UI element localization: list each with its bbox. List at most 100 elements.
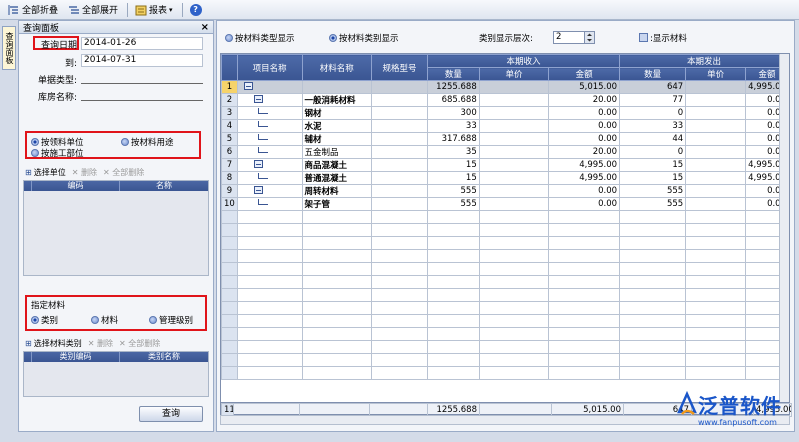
income-amount-cell[interactable]: 0.00 xyxy=(548,119,621,133)
spec-cell[interactable] xyxy=(370,184,429,198)
income-price-header[interactable]: 单价 xyxy=(478,67,550,81)
tree-collapse-icon[interactable] xyxy=(253,160,263,168)
income-qty-cell[interactable]: 15 xyxy=(427,158,480,172)
expand-all-button[interactable]: 全部展开 xyxy=(64,1,122,19)
project-cell[interactable] xyxy=(236,197,303,211)
issue-price-cell[interactable] xyxy=(685,80,747,94)
spec-cell[interactable] xyxy=(370,106,429,120)
show-material-checkbox[interactable]: :显示材料 xyxy=(639,32,687,44)
spec-cell[interactable] xyxy=(370,93,429,107)
issue-price-cell[interactable] xyxy=(685,93,747,107)
table-row[interactable]: 1 1255.688 5,015.00 647 4,995.00 xyxy=(221,80,789,94)
table-row[interactable]: 10 架子管 555 0.00 555 0.00 xyxy=(221,197,789,211)
query-button[interactable]: 查询 xyxy=(139,406,203,422)
income-qty-cell[interactable]: 685.688 xyxy=(427,93,480,107)
project-cell[interactable] xyxy=(236,93,303,107)
issue-qty-header[interactable]: 数量 xyxy=(619,67,687,81)
radio-by-location[interactable]: 按施工部位 xyxy=(31,147,84,159)
material-name-cell[interactable]: 周转材料 xyxy=(301,184,372,198)
income-qty-cell[interactable]: 555 xyxy=(427,184,480,198)
table-row[interactable]: 7 商品混凝土 15 4,995.00 15 4,995.00 xyxy=(221,158,789,172)
income-price-cell[interactable] xyxy=(478,171,550,185)
income-qty-cell[interactable]: 317.688 xyxy=(427,132,480,146)
income-qty-cell[interactable]: 1255.688 xyxy=(427,80,480,94)
query-date-field[interactable]: 2014-01-26 xyxy=(81,37,203,50)
select-category-button[interactable]: 选择材料类别 xyxy=(34,338,82,349)
radio-display-by-type[interactable]: 按材料类型显示 xyxy=(225,32,295,44)
spec-header[interactable]: 规格型号 xyxy=(370,54,429,81)
query-panel-side-tab[interactable]: 查询面板 xyxy=(2,26,16,70)
income-price-cell[interactable] xyxy=(478,93,550,107)
issue-price-header[interactable]: 单价 xyxy=(685,67,747,81)
income-qty-cell[interactable]: 300 xyxy=(427,106,480,120)
delete-all-button[interactable]: ✕ 全部删除 xyxy=(103,167,144,178)
spec-cell[interactable] xyxy=(370,132,429,146)
issue-qty-cell[interactable]: 77 xyxy=(619,93,687,107)
radio-by-material[interactable]: 材料 xyxy=(91,314,118,326)
income-price-cell[interactable] xyxy=(478,119,550,133)
material-name-cell[interactable] xyxy=(301,80,372,94)
project-name-header[interactable]: 项目名称 xyxy=(236,54,303,81)
spinner-arrows-icon[interactable] xyxy=(584,32,594,43)
help-button[interactable]: ? xyxy=(186,1,206,19)
close-icon[interactable]: × xyxy=(201,22,209,33)
spec-cell[interactable] xyxy=(370,80,429,94)
material-name-cell[interactable]: 架子管 xyxy=(301,197,372,211)
unit-grid[interactable]: 编码 名称 xyxy=(23,180,209,276)
issue-price-cell[interactable] xyxy=(685,132,747,146)
table-row[interactable]: 4 水泥 33 0.00 33 0.00 xyxy=(221,119,789,133)
vertical-scrollbar[interactable] xyxy=(779,54,789,402)
table-row[interactable]: 8 普通混凝土 15 4,995.00 15 4,995.00 xyxy=(221,171,789,185)
category-grid[interactable]: 类别编码 类别名称 xyxy=(23,351,209,397)
material-summary-grid[interactable]: 项目名称 材料名称 规格型号 本期收入 本期发出 数量 单价 金额 数量 单价 … xyxy=(220,53,790,415)
spec-cell[interactable] xyxy=(370,145,429,159)
material-name-cell[interactable]: 水泥 xyxy=(301,119,372,133)
income-amount-header[interactable]: 金额 xyxy=(548,67,621,81)
tree-collapse-icon[interactable] xyxy=(243,82,253,90)
issue-qty-cell[interactable]: 555 xyxy=(619,197,687,211)
doc-type-field[interactable] xyxy=(81,83,203,84)
issue-price-cell[interactable] xyxy=(685,106,747,120)
income-price-cell[interactable] xyxy=(478,184,550,198)
income-amount-cell[interactable]: 0.00 xyxy=(548,184,621,198)
income-price-cell[interactable] xyxy=(478,158,550,172)
spec-cell[interactable] xyxy=(370,171,429,185)
material-name-cell[interactable]: 一般消耗材料 xyxy=(301,93,372,107)
project-cell[interactable] xyxy=(236,106,303,120)
issue-qty-cell[interactable]: 15 xyxy=(619,158,687,172)
income-qty-cell[interactable]: 35 xyxy=(427,145,480,159)
delete-button[interactable]: ✕ 删除 xyxy=(72,167,97,178)
warehouse-field[interactable] xyxy=(81,100,203,101)
project-cell[interactable] xyxy=(236,132,303,146)
issue-price-cell[interactable] xyxy=(685,119,747,133)
material-name-header[interactable]: 材料名称 xyxy=(301,54,372,81)
project-cell[interactable] xyxy=(236,158,303,172)
table-row[interactable]: 9 周转材料 555 0.00 555 0.00 xyxy=(221,184,789,198)
income-price-cell[interactable] xyxy=(478,80,550,94)
income-qty-header[interactable]: 数量 xyxy=(427,67,480,81)
income-amount-cell[interactable]: 5,015.00 xyxy=(548,80,621,94)
income-price-cell[interactable] xyxy=(478,197,550,211)
issue-price-cell[interactable] xyxy=(685,145,747,159)
issue-price-cell[interactable] xyxy=(685,171,747,185)
project-cell[interactable] xyxy=(236,171,303,185)
material-name-cell[interactable]: 钢材 xyxy=(301,106,372,120)
table-row[interactable]: 5 辅材 317.688 0.00 44 0.00 xyxy=(221,132,789,146)
level-spinner[interactable]: 2 xyxy=(553,31,595,44)
radio-by-purpose[interactable]: 按材料用途 xyxy=(121,136,174,148)
delete-button[interactable]: ✕ 删除 xyxy=(88,338,113,349)
material-name-cell[interactable]: 五金制品 xyxy=(301,145,372,159)
income-amount-cell[interactable]: 4,995.00 xyxy=(548,158,621,172)
income-price-cell[interactable] xyxy=(478,145,550,159)
issue-qty-cell[interactable]: 555 xyxy=(619,184,687,198)
income-price-cell[interactable] xyxy=(478,132,550,146)
material-name-cell[interactable]: 普通混凝土 xyxy=(301,171,372,185)
project-cell[interactable] xyxy=(236,80,303,94)
income-qty-cell[interactable]: 33 xyxy=(427,119,480,133)
table-row[interactable]: 2 一般消耗材料 685.688 20.00 77 0.00 xyxy=(221,93,789,107)
project-cell[interactable] xyxy=(236,145,303,159)
material-name-cell[interactable]: 商品混凝土 xyxy=(301,158,372,172)
spec-cell[interactable] xyxy=(370,119,429,133)
delete-all-button[interactable]: ✕ 全部删除 xyxy=(119,338,160,349)
issue-qty-cell[interactable]: 0 xyxy=(619,145,687,159)
